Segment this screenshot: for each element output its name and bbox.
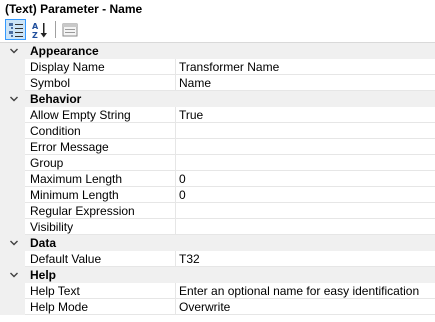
column-divider[interactable] (175, 219, 176, 235)
column-divider[interactable] (175, 107, 176, 123)
property-name: Help Mode (30, 300, 89, 314)
categorized-button[interactable] (5, 19, 26, 40)
row-gutter (0, 187, 25, 203)
property-value[interactable]: Enter an optional name for easy identifi… (179, 283, 433, 299)
property-grid-toolbar: A Z (0, 17, 435, 42)
row-gutter (0, 203, 25, 219)
row-gutter (0, 283, 25, 299)
row-gutter (0, 251, 25, 267)
property-row[interactable]: Default Value T32 (0, 251, 435, 267)
alphabetical-icon: A Z (32, 22, 47, 39)
category-row-behavior[interactable]: Behavior (0, 91, 435, 107)
row-gutter (0, 139, 25, 155)
column-divider[interactable] (175, 75, 176, 91)
column-divider[interactable] (175, 171, 176, 187)
property-row[interactable]: Group (0, 155, 435, 171)
row-gutter (0, 155, 25, 171)
category-label: Appearance (30, 44, 99, 58)
property-row[interactable]: Help Text Enter an optional name for easy… (0, 283, 435, 299)
property-row[interactable]: Regular Expression (0, 203, 435, 219)
chevron-down-icon[interactable] (9, 46, 19, 56)
row-gutter (0, 59, 25, 75)
category-label: Help (30, 268, 57, 282)
column-divider[interactable] (175, 283, 176, 299)
property-name: Maximum Length (30, 172, 123, 186)
property-name: Error Message (30, 140, 109, 154)
category-background (0, 235, 435, 251)
category-label: Behavior (30, 92, 82, 106)
property-name: Help Text (30, 284, 80, 298)
column-divider[interactable] (175, 187, 176, 203)
toolbar-separator (55, 21, 56, 38)
category-label: Data (30, 236, 57, 250)
column-divider[interactable] (175, 155, 176, 171)
property-pages-icon (62, 23, 78, 37)
row-gutter (0, 171, 25, 187)
property-row[interactable]: Display Name Transformer Name (0, 59, 435, 75)
column-divider[interactable] (175, 299, 176, 315)
property-name: Allow Empty String (30, 108, 131, 122)
property-grid: Appearance Display Name Transformer Name Sy… (0, 42, 435, 318)
column-divider[interactable] (175, 203, 176, 219)
alphabetical-button[interactable]: A Z (29, 19, 50, 40)
property-name: Minimum Length (30, 188, 119, 202)
property-name: Group (30, 156, 64, 170)
chevron-down-icon[interactable] (9, 238, 19, 248)
row-gutter (0, 299, 25, 315)
property-value[interactable]: Name (179, 75, 433, 91)
category-row-appearance[interactable]: Appearance (0, 43, 435, 59)
property-name: Condition (30, 124, 81, 138)
property-row[interactable]: Symbol Name (0, 75, 435, 91)
property-name: Symbol (30, 76, 71, 90)
property-name: Visibility (30, 220, 74, 234)
chevron-down-icon[interactable] (9, 270, 19, 280)
property-value[interactable]: 0 (179, 187, 433, 203)
property-value[interactable]: Transformer Name (179, 59, 433, 75)
property-value[interactable]: T32 (179, 251, 433, 267)
column-divider[interactable] (175, 251, 176, 267)
row-gutter (0, 107, 25, 123)
chevron-down-icon[interactable] (9, 94, 19, 104)
column-divider[interactable] (175, 59, 176, 75)
category-row-help[interactable]: Help (0, 267, 435, 283)
property-row[interactable]: Maximum Length 0 (0, 171, 435, 187)
property-pages-button[interactable] (59, 19, 80, 40)
row-gutter (0, 123, 25, 139)
row-gutter (0, 75, 25, 91)
property-row[interactable]: Allow Empty String True (0, 107, 435, 123)
property-row[interactable]: Minimum Length 0 (0, 187, 435, 203)
row-gutter (0, 219, 25, 235)
panel-title: (Text) Parameter - Name (5, 2, 143, 16)
svg-text:Z: Z (32, 31, 38, 39)
property-name: Default Value (30, 252, 102, 266)
property-name: Regular Expression (30, 204, 135, 218)
column-divider[interactable] (175, 123, 176, 139)
column-divider[interactable] (175, 139, 176, 155)
property-value[interactable]: True (179, 107, 433, 123)
property-name: Display Name (30, 60, 105, 74)
svg-text:A: A (32, 22, 39, 31)
property-row[interactable]: Error Message (0, 139, 435, 155)
property-row[interactable]: Condition (0, 123, 435, 139)
category-background (0, 267, 435, 283)
property-row[interactable]: Visibility (0, 219, 435, 235)
category-row-data[interactable]: Data (0, 235, 435, 251)
row-divider (25, 314, 435, 315)
categorized-icon (9, 23, 23, 37)
property-row[interactable]: Help Mode Overwrite (0, 299, 435, 315)
property-value[interactable]: 0 (179, 171, 433, 187)
property-value[interactable]: Overwrite (179, 299, 433, 315)
